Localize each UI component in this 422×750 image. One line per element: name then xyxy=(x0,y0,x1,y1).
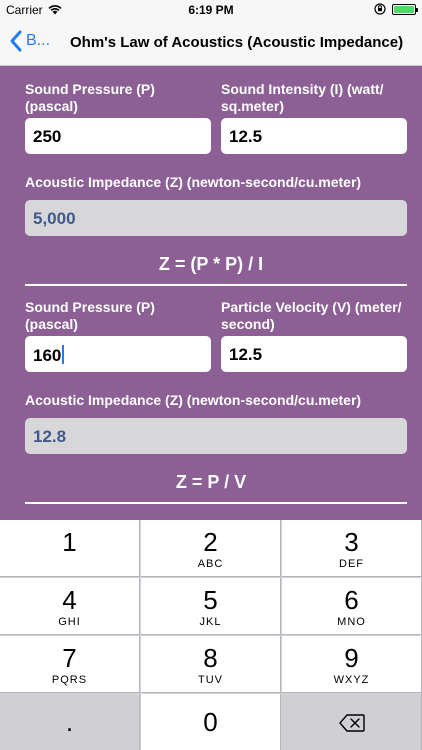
page-title: Ohm's Law of Acoustics (Acoustic Impedan… xyxy=(70,34,404,51)
status-right xyxy=(374,3,418,15)
formula-text: Z = (P * P) / I xyxy=(158,254,264,274)
key-0[interactable]: 0 xyxy=(141,694,281,750)
intensity-section: Sound Pressure (P) (pascal) Sound Intens… xyxy=(0,66,422,286)
key-3[interactable]: 3 DEF xyxy=(282,520,422,577)
battery-icon xyxy=(392,3,418,15)
key-9[interactable]: 9 WXYZ xyxy=(282,636,422,693)
back-button[interactable]: B... xyxy=(10,30,50,52)
status-bar: Carrier 6:19 PM xyxy=(0,0,422,20)
battery-level xyxy=(394,5,414,13)
key-decimal[interactable]: . xyxy=(0,694,140,750)
rotation-lock-icon xyxy=(374,3,386,15)
calculator-content: Sound Pressure (P) (pascal) Sound Intens… xyxy=(0,66,422,520)
key-7[interactable]: 7 PQRS xyxy=(0,636,140,693)
back-button-label: B... xyxy=(26,32,51,49)
section-divider xyxy=(25,502,407,504)
acoustic-impedance-label: Acoustic Impedance (Z) (newton-second/cu… xyxy=(25,174,362,190)
sound-intensity-label: Sound Intensity (I) (watt/ sq.meter) xyxy=(221,81,384,114)
key-4[interactable]: 4 GHI xyxy=(0,578,140,635)
particle-velocity-input[interactable]: 12.5 xyxy=(221,336,407,372)
delete-key[interactable] xyxy=(282,694,422,750)
formula-text: Z = P / V xyxy=(175,472,247,492)
navigation-bar: B... Ohm's Law of Acoustics (Acoustic Im… xyxy=(0,20,422,66)
sound-pressure-label: Sound Pressure (P) (pascal) xyxy=(25,299,155,332)
number-pad-keyboard: 1 2 ABC 3 DEF 4 GHI 5 JKL 6 MNO 7 PQRS 8… xyxy=(0,520,422,750)
sound-pressure-input[interactable]: 160 xyxy=(25,336,211,372)
key-8[interactable]: 8 TUV xyxy=(141,636,281,693)
status-time: 6:19 PM xyxy=(188,3,234,17)
particle-velocity-label: Particle Velocity (V) (meter/ second) xyxy=(221,299,402,332)
sound-pressure-label: Sound Pressure (P) (pascal) xyxy=(25,81,155,114)
acoustic-impedance-result: 5,000 xyxy=(25,200,407,236)
key-5[interactable]: 5 JKL xyxy=(141,578,281,635)
acoustic-impedance-label: Acoustic Impedance (Z) (newton-second/cu… xyxy=(25,392,362,408)
sound-pressure-input[interactable]: 250 xyxy=(25,118,211,154)
velocity-section: Sound Pressure (P) (pascal) Particle Vel… xyxy=(0,284,422,504)
key-1[interactable]: 1 xyxy=(0,520,140,577)
key-2[interactable]: 2 ABC xyxy=(141,520,281,577)
backspace-icon xyxy=(338,714,365,732)
chevron-left-icon xyxy=(10,30,22,52)
sound-intensity-input[interactable]: 12.5 xyxy=(221,118,407,154)
key-6[interactable]: 6 MNO xyxy=(282,578,422,635)
acoustic-impedance-result: 12.8 xyxy=(25,418,407,454)
